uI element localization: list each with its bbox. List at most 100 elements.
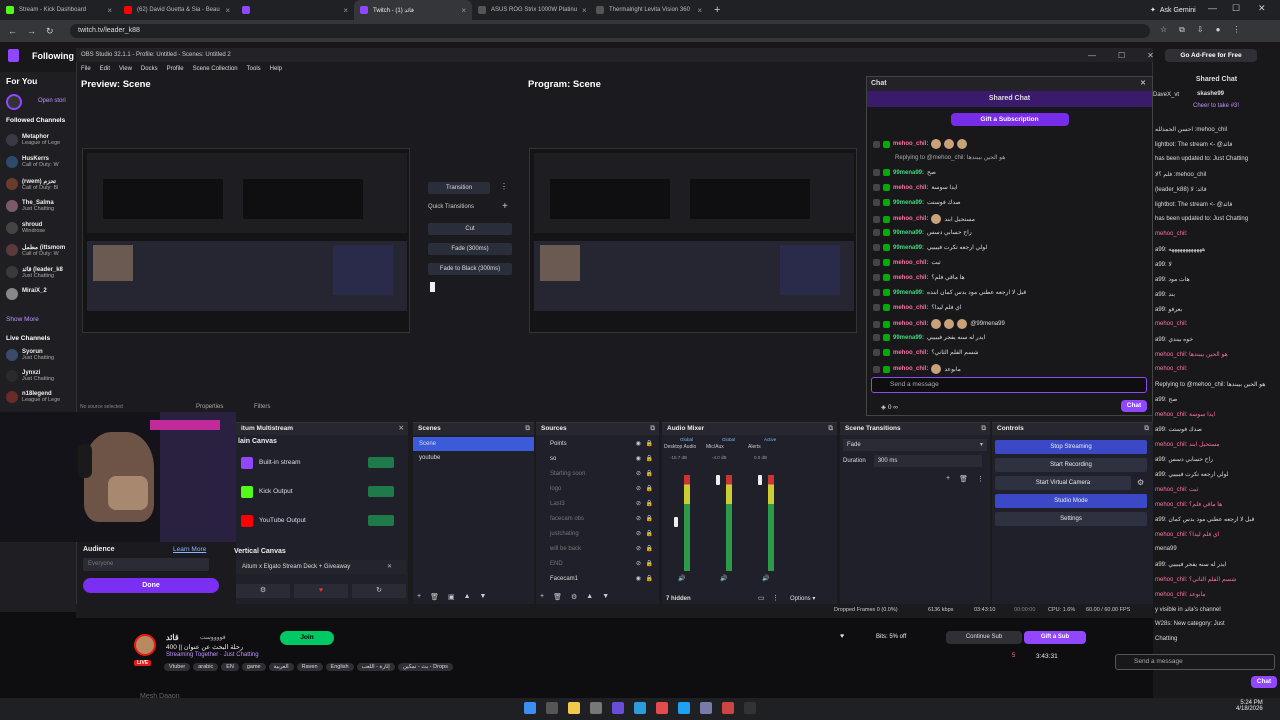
- menu-icon[interactable]: ⋮: [1232, 25, 1240, 35]
- obs-maximize-icon[interactable]: ☐: [1118, 51, 1125, 60]
- mixer-dock-icon[interactable]: ⧉: [828, 423, 833, 435]
- obs-menu-item[interactable]: Scene Collection: [193, 66, 238, 72]
- shared-chat-line[interactable]: lightbot: The stream <- @قائد: [1155, 141, 1232, 148]
- obs-menu-item[interactable]: Profile: [167, 66, 184, 72]
- chat-send-button[interactable]: Chat: [1121, 400, 1147, 412]
- chat-message[interactable]: 99mena99: صح: [873, 169, 936, 176]
- start-icon[interactable]: [524, 702, 536, 714]
- visibility-eye-icon[interactable]: ◉: [636, 572, 641, 587]
- stream-category[interactable]: Streaming Together · Just Chatting: [166, 652, 259, 658]
- shared-chat-line[interactable]: mehoo_chil:: [1155, 231, 1187, 237]
- chat-message[interactable]: 99mena99: ايدر له سنه يفجر فيبييي: [873, 334, 985, 341]
- add-source-icon[interactable]: +: [540, 593, 544, 601]
- transition-properties-icon[interactable]: ⋮: [977, 475, 984, 483]
- download-icon[interactable]: ⇩: [1197, 25, 1204, 35]
- shared-chat-line[interactable]: y visible in قائد's channel: [1155, 606, 1221, 613]
- source-item[interactable]: facecam obs ⊘ 🔒: [536, 512, 659, 527]
- chat-message[interactable]: Replying to @mehoo_chil: هو الحين بيبنده…: [895, 154, 1005, 161]
- chrome-icon[interactable]: [656, 702, 668, 714]
- shared-chat-line[interactable]: a99: ايدر له سنه يفجر فيبييي: [1155, 561, 1227, 568]
- shared-chat-line[interactable]: Replying to @mehoo_chil: هو الحين بيبنده…: [1155, 381, 1265, 388]
- shared-chat-send-button[interactable]: Chat: [1251, 676, 1277, 688]
- transition-button[interactable]: Transition: [428, 182, 490, 194]
- audience-select[interactable]: Everyone: [83, 558, 209, 571]
- source-item[interactable]: will be back ⊘ 🔒: [536, 542, 659, 557]
- source-item[interactable]: so ◉ 🔒: [536, 452, 659, 467]
- lock-icon[interactable]: 🔒: [646, 452, 653, 467]
- browser-tab[interactable]: Thermalright Levita Vision 360 ×: [590, 0, 708, 20]
- settings-button[interactable]: Settings: [995, 512, 1147, 526]
- fade-button[interactable]: Fade (300ms): [428, 243, 512, 255]
- vertical-canvas-item[interactable]: Aitum x Elgato Stream Deck + Giveaway ✕: [236, 560, 406, 574]
- preview-canvas[interactable]: [82, 148, 410, 333]
- followed-channel[interactable]: shroud Windrose: [6, 222, 76, 234]
- mute-icon[interactable]: 🔊: [762, 575, 769, 582]
- cheer-link[interactable]: Cheer to take #3!: [1193, 103, 1239, 109]
- remove-item-icon[interactable]: ✕: [387, 560, 392, 574]
- chat-message[interactable]: mehoo_chil: ايدا سوسة: [873, 184, 958, 191]
- shared-chat-input[interactable]: Send a message: [1115, 654, 1275, 670]
- lock-icon[interactable]: 🔒: [646, 497, 653, 512]
- chat-username[interactable]: mehoo_chil:: [893, 185, 928, 191]
- star-icon[interactable]: ☆: [1160, 25, 1167, 35]
- browser-tab[interactable]: ASUS ROG Strix 1000W Platinu ×: [472, 0, 590, 20]
- shared-chat-line[interactable]: has been updated to: Just Chatting: [1155, 216, 1248, 222]
- source-item[interactable]: Facecam1 ◉ 🔒: [536, 572, 659, 587]
- visibility-eye-icon[interactable]: ◉: [636, 437, 641, 452]
- scene-filter-icon[interactable]: ▣: [448, 593, 455, 601]
- visibility-eye-icon[interactable]: ◉: [636, 452, 641, 467]
- shared-chat-line[interactable]: فلم ؟لا :mehoo_chil: [1155, 171, 1206, 178]
- shared-chat-line[interactable]: a99: راح حسابي دسس: [1155, 456, 1213, 463]
- chat-message[interactable]: mehoo_chil: ها ماقي فلم؟: [873, 274, 965, 281]
- chat-message[interactable]: 99mena99: صدك فوستت: [873, 199, 961, 206]
- chat-username[interactable]: 99mena99:: [893, 245, 924, 251]
- chat-username[interactable]: 99mena99:: [893, 335, 924, 341]
- mute-icon[interactable]: 🔊: [678, 575, 685, 582]
- shared-chat-line[interactable]: a99: خوه بيندي: [1155, 336, 1193, 343]
- ask-gemini-button[interactable]: ✦ Ask Gemini: [1150, 3, 1196, 17]
- stream-tag[interactable]: Vtuber: [164, 663, 191, 671]
- source-item[interactable]: Last3 ⊘ 🔒: [536, 497, 659, 512]
- chat-username[interactable]: mehoo_chil:: [893, 216, 928, 222]
- chat-dock-close-icon[interactable]: ✕: [1140, 77, 1146, 91]
- add-scene-icon[interactable]: +: [417, 593, 421, 601]
- t-bar-handle[interactable]: [430, 282, 435, 292]
- shared-chat-line[interactable]: mehoo_chil: ايدا سوسة: [1155, 411, 1215, 418]
- done-button[interactable]: Done: [83, 578, 219, 593]
- scene-item[interactable]: Scene: [413, 437, 534, 451]
- visibility-eye-icon[interactable]: ⊘: [636, 557, 641, 572]
- chat-message[interactable]: mehoo_chil:: [873, 139, 970, 149]
- chat-username[interactable]: 99mena99:: [893, 200, 924, 206]
- shared-chat-line[interactable]: a99: لا: [1155, 261, 1172, 268]
- obs-menu-item[interactable]: View: [119, 66, 132, 72]
- stories-avatar[interactable]: [6, 94, 22, 110]
- extensions-icon[interactable]: ⧉: [1179, 25, 1185, 35]
- lock-icon[interactable]: 🔒: [646, 542, 653, 557]
- start-recording-button[interactable]: Start Recording: [995, 458, 1147, 472]
- address-bar[interactable]: twitch.tv/leader_k88: [70, 24, 1150, 38]
- move-up-icon[interactable]: ▲: [464, 593, 471, 601]
- shared-chat-line[interactable]: mehoo_chil: ها ماقي فلم؟: [1155, 501, 1222, 508]
- chat-message[interactable]: mehoo_chil: ثبت: [873, 259, 941, 266]
- shared-chat-line[interactable]: a99: ههههههههههههه: [1155, 246, 1205, 253]
- mixer-menu-icon[interactable]: ⋮: [772, 594, 779, 602]
- mixer-options-button[interactable]: Options ▾: [790, 595, 815, 602]
- source-settings-icon[interactable]: ⚙: [571, 593, 577, 601]
- minimize-icon[interactable]: —: [1208, 3, 1217, 13]
- channel-points[interactable]: ◈ 0 ∞: [881, 403, 898, 411]
- visibility-eye-icon[interactable]: ⊘: [636, 512, 641, 527]
- open-stories-link[interactable]: Open stori: [38, 98, 66, 104]
- transition-menu-icon[interactable]: ⋮: [500, 182, 508, 191]
- stream-tag[interactable]: game: [241, 663, 266, 671]
- visibility-eye-icon[interactable]: ⊘: [636, 542, 641, 557]
- obs-menu-item[interactable]: Edit: [100, 66, 110, 72]
- lock-icon[interactable]: 🔒: [646, 482, 653, 497]
- remove-transition-icon[interactable]: 🗑: [959, 475, 968, 483]
- studio-mode-button[interactable]: Studio Mode: [995, 494, 1147, 508]
- source-down-icon[interactable]: ▼: [602, 593, 609, 601]
- browser-tab[interactable]: Twitch - قائد (1) ×: [354, 0, 472, 20]
- source-up-icon[interactable]: ▲: [586, 593, 593, 601]
- shared-chat-line[interactable]: mehoo_chil: اي فلم ليدا؟: [1155, 531, 1219, 538]
- stream-tag[interactable]: العربية: [268, 663, 294, 671]
- maximize-icon[interactable]: ☐: [1232, 3, 1240, 14]
